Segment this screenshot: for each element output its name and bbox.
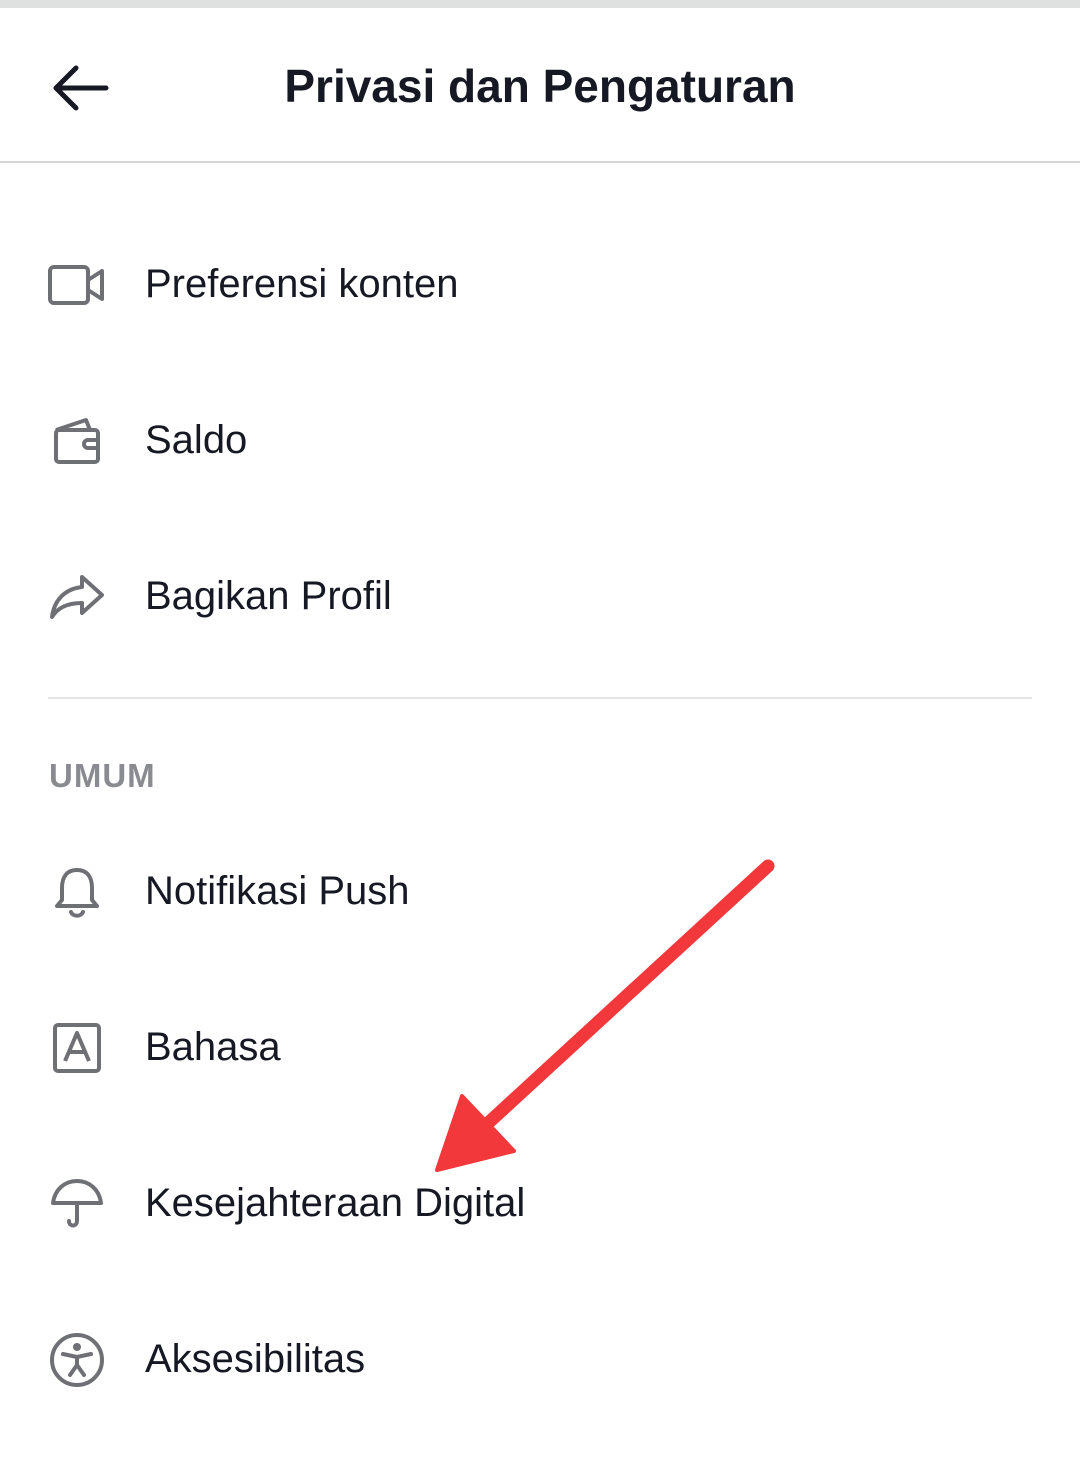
status-strip	[0, 0, 1080, 8]
video-camera-icon	[46, 254, 108, 316]
menu-item-accessibility[interactable]: Aksesibilitas	[0, 1299, 1080, 1419]
umbrella-icon	[46, 1173, 108, 1235]
menu-item-label: Bagikan Profil	[145, 574, 392, 618]
language-icon	[46, 1017, 108, 1079]
menu-item-content-preferences[interactable]: Preferensi konten	[0, 224, 1080, 344]
section-header-general: UMUM	[49, 757, 156, 794]
header: Privasi dan Pengaturan	[0, 8, 1080, 163]
menu-item-balance[interactable]: Saldo	[0, 380, 1080, 500]
section-divider	[48, 697, 1032, 699]
page-title: Privasi dan Pengaturan	[284, 60, 796, 112]
menu-item-language[interactable]: Bahasa	[0, 987, 1080, 1107]
menu-item-digital-wellbeing[interactable]: Kesejahteraan Digital	[0, 1143, 1080, 1263]
menu-item-push-notifications[interactable]: Notifikasi Push	[0, 831, 1080, 951]
menu-item-label: Bahasa	[145, 1025, 281, 1069]
share-icon	[46, 566, 108, 628]
menu-item-label: Kesejahteraan Digital	[145, 1181, 526, 1225]
menu-item-share-profile[interactable]: Bagikan Profil	[0, 536, 1080, 656]
accessibility-icon	[46, 1329, 108, 1391]
menu-item-label: Notifikasi Push	[145, 869, 410, 913]
wallet-icon	[46, 410, 108, 472]
menu-item-label: Aksesibilitas	[145, 1337, 366, 1381]
bell-icon	[46, 861, 108, 923]
menu-item-label: Preferensi konten	[145, 262, 459, 306]
menu-item-label: Saldo	[145, 418, 248, 462]
